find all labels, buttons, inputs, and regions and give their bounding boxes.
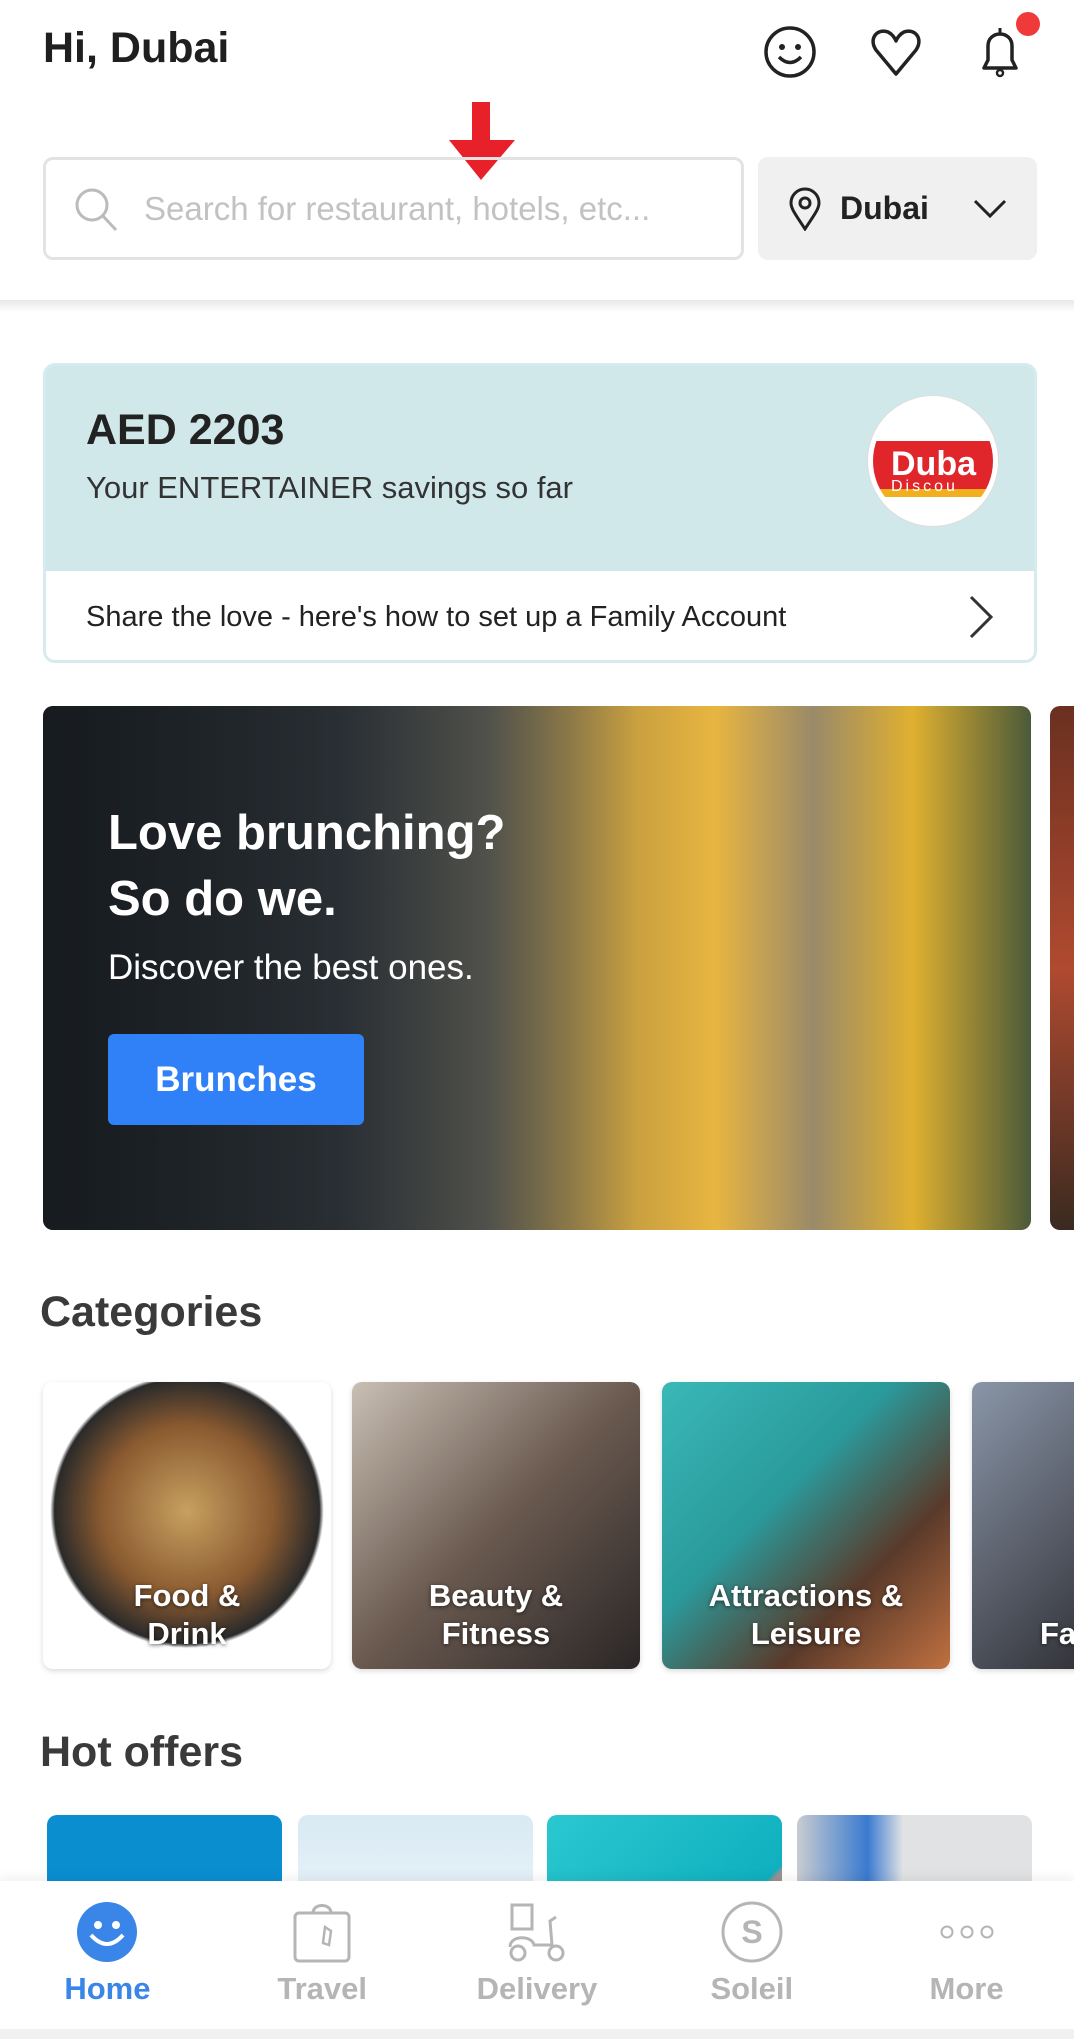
- family-account-link[interactable]: Share the love - here's how to set up a …: [46, 571, 1034, 660]
- svg-text:Discou: Discou: [891, 478, 958, 495]
- savings-subtitle: Your ENTERTAINER savings so far: [86, 470, 573, 505]
- chevron-right-icon: [969, 595, 994, 639]
- more-dots-icon: [940, 1925, 994, 1939]
- header-divider: [0, 300, 1074, 312]
- brunch-banner[interactable]: Love brunching? So do we. Discover the be…: [43, 706, 1031, 1230]
- savings-card[interactable]: AED 2203 Your ENTERTAINER savings so far…: [43, 363, 1037, 663]
- smiley-icon: [77, 1902, 138, 1962]
- search-placeholder: Search for restaurant, hotels, etc...: [144, 189, 651, 227]
- bottom-nav: Home Travel Delivery S Soleil More: [0, 1881, 1074, 2029]
- nav-more[interactable]: More: [859, 1881, 1074, 2029]
- categories-heading: Categories: [40, 1288, 263, 1336]
- scooter-icon: [508, 1903, 565, 1962]
- nav-soleil[interactable]: S Soleil: [644, 1881, 859, 2029]
- location-selector[interactable]: Dubai: [758, 157, 1037, 260]
- category-fashion[interactable]: Fa: [972, 1382, 1074, 1669]
- svg-text:S: S: [741, 1914, 762, 1950]
- dubai-discounts-logo: Duba Discou: [868, 396, 998, 526]
- notification-badge: [1016, 12, 1040, 36]
- nav-delivery[interactable]: Delivery: [430, 1881, 645, 2029]
- category-beauty-fitness[interactable]: Beauty & Fitness: [352, 1382, 640, 1669]
- profile-smiley-icon[interactable]: [762, 24, 818, 80]
- category-food-drink[interactable]: Food & Drink: [43, 1382, 331, 1669]
- category-attractions-leisure[interactable]: Attractions & Leisure: [662, 1382, 950, 1669]
- savings-amount: AED 2203: [86, 406, 285, 454]
- location-pin-icon: [789, 187, 821, 231]
- system-bar: [0, 2029, 1074, 2039]
- travel-bag-icon: [293, 1904, 351, 1963]
- location-city: Dubai: [840, 190, 929, 226]
- banner-title: Love brunching? So do we.: [108, 806, 506, 926]
- nav-home[interactable]: Home: [0, 1881, 215, 2029]
- greeting: Hi, Dubai: [43, 24, 230, 72]
- banner-subtitle: Discover the best ones.: [108, 948, 474, 987]
- hot-offers-heading: Hot offers: [40, 1728, 244, 1776]
- soleil-s-icon: S: [721, 1901, 783, 1963]
- share-text: Share the love - here's how to set up a …: [86, 600, 787, 633]
- search-icon: [75, 188, 118, 231]
- chevron-down-icon: [973, 199, 1007, 218]
- next-banner-peek[interactable]: [1050, 706, 1074, 1230]
- heart-icon[interactable]: [868, 24, 924, 80]
- brunches-button[interactable]: Brunches: [108, 1034, 364, 1125]
- search-input[interactable]: Search for restaurant, hotels, etc...: [43, 157, 744, 260]
- nav-travel[interactable]: Travel: [215, 1881, 430, 2029]
